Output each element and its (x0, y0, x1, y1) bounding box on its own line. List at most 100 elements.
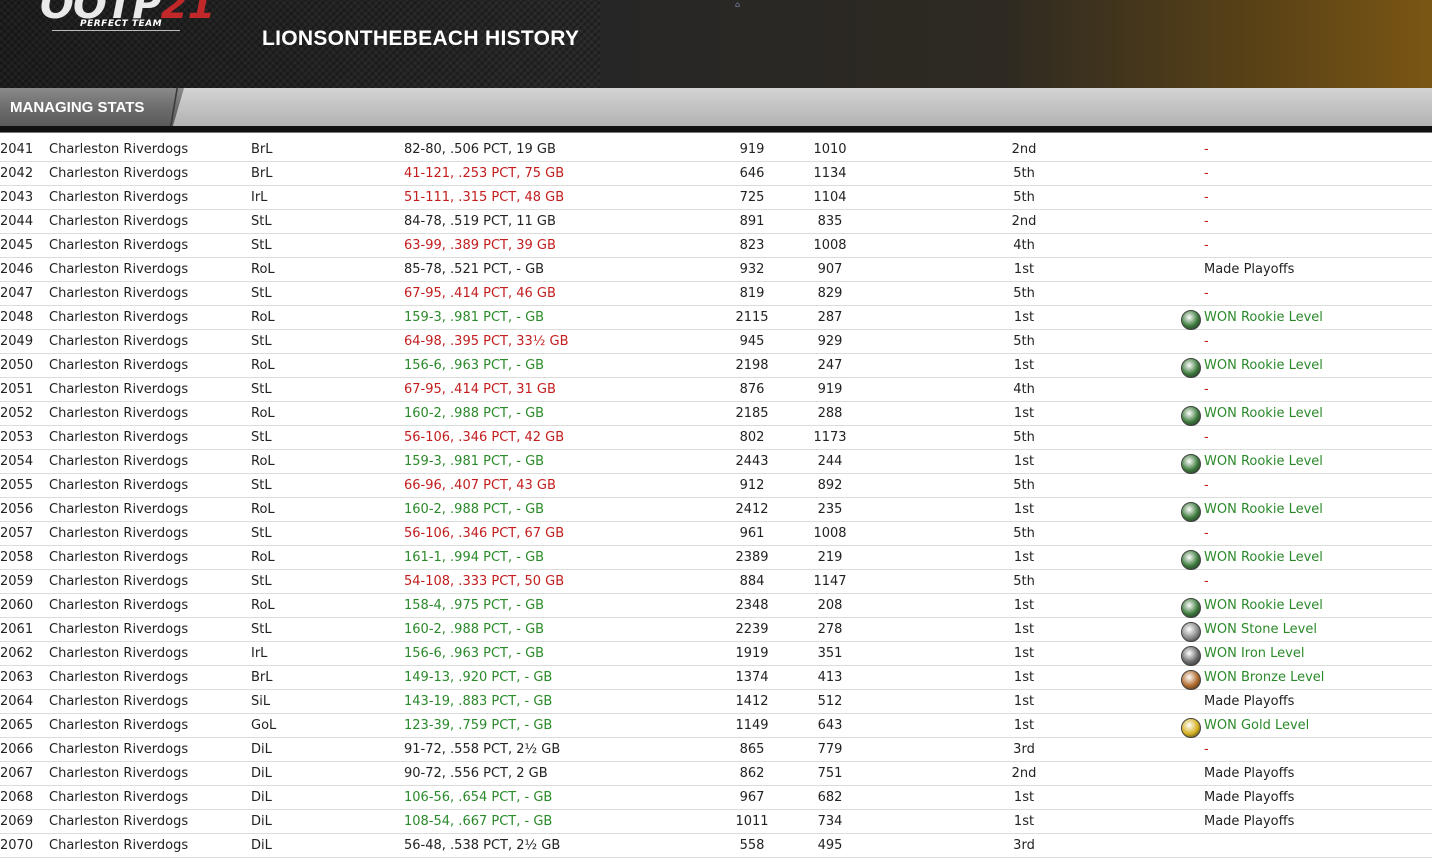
league-abbr: DiL (251, 838, 272, 853)
team-name-link[interactable]: Charleston Riverdogs (49, 166, 188, 181)
table-row[interactable]: 2045 Charleston Riverdogs StL 63-99, .389 P… (0, 234, 1432, 258)
division-position: 1st (1013, 814, 1035, 829)
runs-allowed: 892 (817, 478, 843, 493)
team-name-link[interactable]: Charleston Riverdogs (49, 262, 188, 277)
runs-allowed: 1008 (813, 526, 847, 541)
team-name-link[interactable]: Charleston Riverdogs (49, 742, 188, 757)
table-row[interactable]: 2064 Charleston Riverdogs SiL 143-19, .883 … (0, 690, 1432, 714)
division-position: 1st (1013, 646, 1035, 661)
runs-scored: 945 (739, 334, 765, 349)
table-row[interactable]: 2067 Charleston Riverdogs DiL 90-72, .556 P… (0, 762, 1432, 786)
team-name-link[interactable]: Charleston Riverdogs (49, 694, 188, 709)
table-row[interactable]: 2061 Charleston Riverdogs StL 160-2, .988 P… (0, 618, 1432, 642)
runs-scored: 2348 (735, 598, 769, 613)
season-record: 84-78, .519 PCT, 11 GB (404, 214, 556, 229)
table-row[interactable]: 2070 Charleston Riverdogs DiL 56-48, .538 P… (0, 834, 1432, 858)
table-row[interactable]: 2047 Charleston Riverdogs StL 67-95, .414 P… (0, 282, 1432, 306)
table-row[interactable]: 2043 Charleston Riverdogs IrL 51-111, .315 … (0, 186, 1432, 210)
runs-allowed: 1134 (813, 166, 847, 181)
team-name-link[interactable]: Charleston Riverdogs (49, 430, 188, 445)
team-name-link[interactable]: Charleston Riverdogs (49, 646, 188, 661)
team-name-link[interactable]: Charleston Riverdogs (49, 142, 188, 157)
runs-scored: 1011 (735, 814, 769, 829)
table-row[interactable]: 2046 Charleston Riverdogs RoL 85-78, .521 P… (0, 258, 1432, 282)
team-name-link[interactable]: Charleston Riverdogs (49, 526, 188, 541)
team-name-link[interactable]: Charleston Riverdogs (49, 622, 188, 637)
team-name-link[interactable]: Charleston Riverdogs (49, 214, 188, 229)
season-year: 2046 (0, 262, 34, 277)
table-row[interactable]: 2068 Charleston Riverdogs DiL 106-56, .654 … (0, 786, 1432, 810)
table-row[interactable]: 2056 Charleston Riverdogs RoL 160-2, .988 P… (0, 498, 1432, 522)
rookie-trophy-icon (1181, 358, 1201, 378)
season-year: 2042 (0, 166, 34, 181)
season-record: 156-6, .963 PCT, - GB (404, 646, 545, 661)
league-abbr: StL (251, 574, 272, 589)
team-name-link[interactable]: Charleston Riverdogs (49, 334, 188, 349)
table-row[interactable]: 2065 Charleston Riverdogs GoL 123-39, .759 … (0, 714, 1432, 738)
table-row[interactable]: 2048 Charleston Riverdogs RoL 159-3, .981 P… (0, 306, 1432, 330)
team-name-link[interactable]: Charleston Riverdogs (49, 718, 188, 733)
table-row[interactable]: 2042 Charleston Riverdogs BrL 41-121, .253 … (0, 162, 1432, 186)
table-row[interactable]: 2044 Charleston Riverdogs StL 84-78, .519 P… (0, 210, 1432, 234)
table-row[interactable]: 2063 Charleston Riverdogs BrL 149-13, .920 … (0, 666, 1432, 690)
logo-underline (52, 30, 180, 31)
runs-scored: 558 (739, 838, 765, 853)
season-year: 2053 (0, 430, 34, 445)
table-row[interactable]: 2041 Charleston Riverdogs BrL 82-80, .506 P… (0, 138, 1432, 162)
runs-allowed: 643 (817, 718, 843, 733)
team-name-link[interactable]: Charleston Riverdogs (49, 814, 188, 829)
team-name-link[interactable]: Charleston Riverdogs (49, 286, 188, 301)
table-row[interactable]: 2062 Charleston Riverdogs IrL 156-6, .963 P… (0, 642, 1432, 666)
team-name-link[interactable]: Charleston Riverdogs (49, 670, 188, 685)
table-row[interactable]: 2057 Charleston Riverdogs StL 56-106, .346 … (0, 522, 1432, 546)
team-name-link[interactable]: Charleston Riverdogs (49, 838, 188, 853)
runs-scored: 819 (739, 286, 765, 301)
table-row[interactable]: 2053 Charleston Riverdogs StL 56-106, .346 … (0, 426, 1432, 450)
table-row[interactable]: 2069 Charleston Riverdogs DiL 108-54, .667 … (0, 810, 1432, 834)
table-row[interactable]: 2066 Charleston Riverdogs DiL 91-72, .558 P… (0, 738, 1432, 762)
team-name-link[interactable]: Charleston Riverdogs (49, 310, 188, 325)
team-name-link[interactable]: Charleston Riverdogs (49, 502, 188, 517)
team-name-link[interactable]: Charleston Riverdogs (49, 598, 188, 613)
team-name-link[interactable]: Charleston Riverdogs (49, 358, 188, 373)
division-position: 1st (1013, 718, 1035, 733)
division-position: 5th (1013, 190, 1035, 205)
playoff-result: WON Rookie Level (1204, 358, 1323, 373)
division-position: 5th (1013, 574, 1035, 589)
runs-scored: 2443 (735, 454, 769, 469)
table-row[interactable]: 2049 Charleston Riverdogs StL 64-98, .395 P… (0, 330, 1432, 354)
team-name-link[interactable]: Charleston Riverdogs (49, 454, 188, 469)
team-name-link[interactable]: Charleston Riverdogs (49, 238, 188, 253)
division-position: 3rd (1013, 742, 1035, 757)
season-year: 2066 (0, 742, 34, 757)
table-row[interactable]: 2059 Charleston Riverdogs StL 54-108, .333 … (0, 570, 1432, 594)
season-year: 2062 (0, 646, 34, 661)
table-row[interactable]: 2054 Charleston Riverdogs RoL 159-3, .981 P… (0, 450, 1432, 474)
team-name-link[interactable]: Charleston Riverdogs (49, 382, 188, 397)
team-name-link[interactable]: Charleston Riverdogs (49, 550, 188, 565)
team-name-link[interactable]: Charleston Riverdogs (49, 478, 188, 493)
team-name-link[interactable]: Charleston Riverdogs (49, 790, 188, 805)
division-position: 1st (1013, 502, 1035, 517)
league-abbr: StL (251, 622, 272, 637)
season-year: 2050 (0, 358, 34, 373)
tab-managing-stats[interactable]: MANAGING STATS (0, 88, 184, 126)
gold-trophy-icon (1181, 718, 1201, 738)
runs-scored: 891 (739, 214, 765, 229)
league-abbr: SiL (251, 694, 271, 709)
team-name-link[interactable]: Charleston Riverdogs (49, 574, 188, 589)
user-icon[interactable]: ⌂ (735, 0, 745, 9)
table-row[interactable]: 2050 Charleston Riverdogs RoL 156-6, .963 P… (0, 354, 1432, 378)
table-row[interactable]: 2052 Charleston Riverdogs RoL 160-2, .988 P… (0, 402, 1432, 426)
table-row[interactable]: 2055 Charleston Riverdogs StL 66-96, .407 P… (0, 474, 1432, 498)
season-record: 160-2, .988 PCT, - GB (404, 406, 545, 421)
team-name-link[interactable]: Charleston Riverdogs (49, 190, 188, 205)
division-position: 1st (1013, 790, 1035, 805)
table-row[interactable]: 2060 Charleston Riverdogs RoL 158-4, .975 P… (0, 594, 1432, 618)
league-abbr: StL (251, 214, 272, 229)
table-row[interactable]: 2058 Charleston Riverdogs RoL 161-1, .994 P… (0, 546, 1432, 570)
playoff-result: - (1204, 334, 1209, 349)
table-row[interactable]: 2051 Charleston Riverdogs StL 67-95, .414 P… (0, 378, 1432, 402)
team-name-link[interactable]: Charleston Riverdogs (49, 406, 188, 421)
team-name-link[interactable]: Charleston Riverdogs (49, 766, 188, 781)
